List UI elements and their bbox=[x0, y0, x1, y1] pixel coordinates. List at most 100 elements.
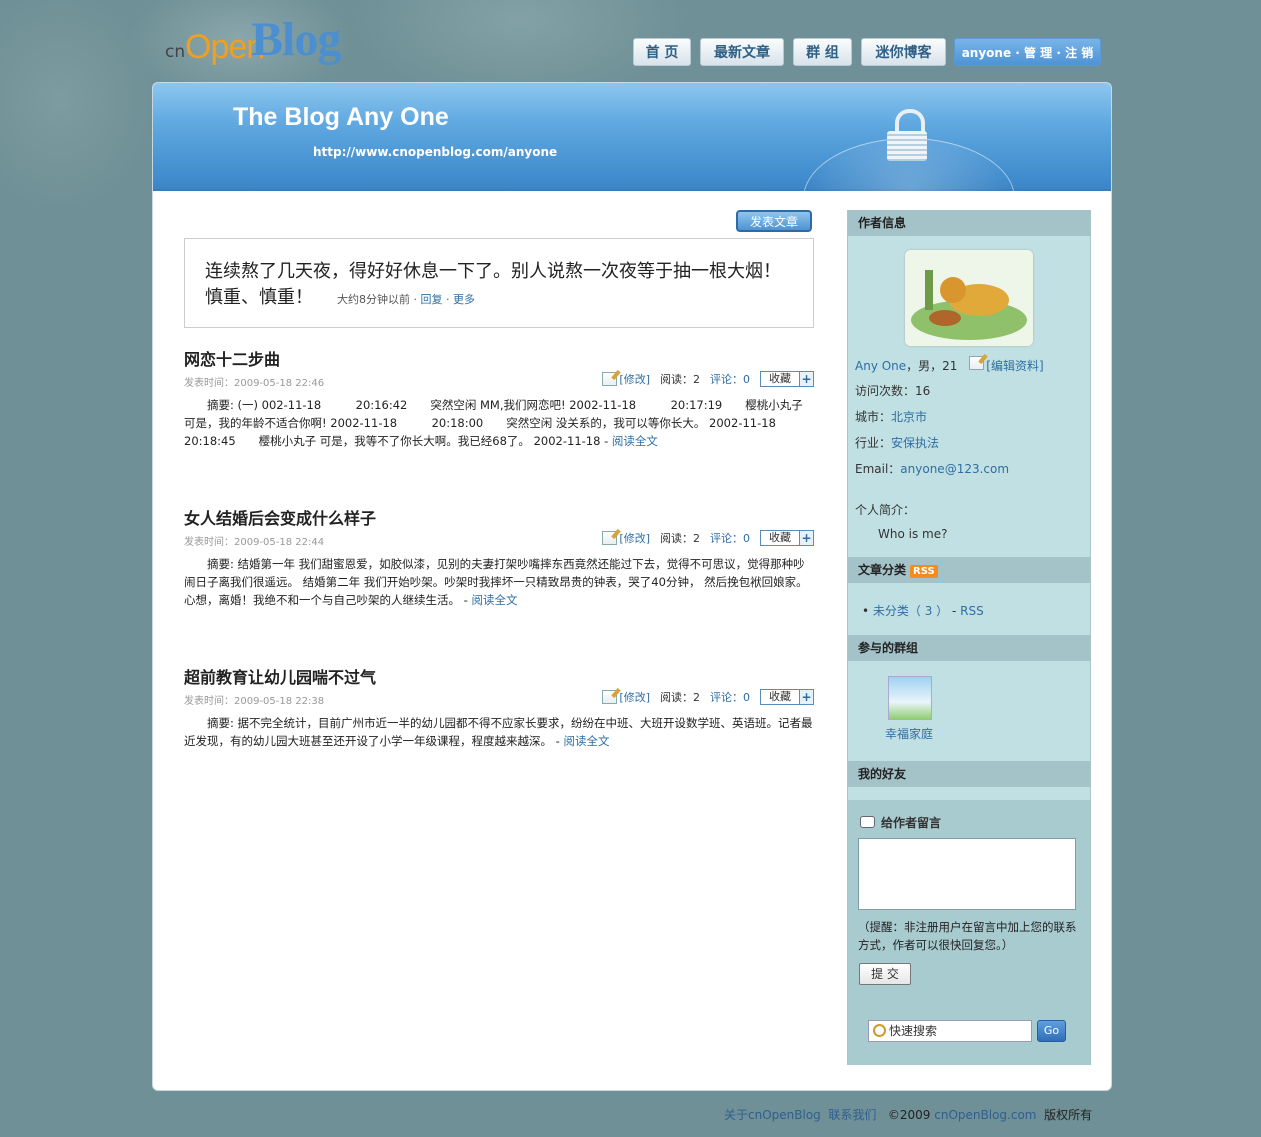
article-title[interactable]: 女人结婚后会变成什么样子 bbox=[184, 505, 814, 528]
city-label: 城市： bbox=[855, 410, 892, 424]
favorite-button[interactable]: 收藏 + bbox=[760, 371, 814, 387]
favorite-button[interactable]: 收藏 + bbox=[760, 530, 814, 546]
article-comments-link[interactable]: 评论：0 bbox=[710, 689, 750, 705]
author-info-header: 作者信息 bbox=[848, 210, 1090, 236]
site-logo[interactable]: cn Open Blog bbox=[165, 12, 341, 78]
rss-badge[interactable]: RSS bbox=[910, 565, 938, 578]
group-name-line: 幸福家庭 bbox=[885, 725, 933, 742]
search-placeholder: 快速搜索 bbox=[889, 1024, 938, 1038]
mini-blog-text: 连续熬了几天夜，得好好休息一下了。别人说熬一次夜等于抽一根大烟！慎重、慎重！ 大约… bbox=[205, 259, 793, 313]
industry-link[interactable]: 安保执法 bbox=[891, 436, 939, 450]
friends-header: 我的好友 bbox=[848, 761, 1090, 787]
industry-label: 行业： bbox=[855, 436, 892, 450]
message-title: 给作者留言 bbox=[881, 816, 942, 830]
search-input[interactable]: 快速搜索 bbox=[868, 1020, 1032, 1042]
mini-more-link[interactable]: 更多 bbox=[453, 293, 475, 306]
visit-count: 访问次数：16 bbox=[855, 384, 931, 398]
city-line: 城市：北京市 bbox=[855, 408, 927, 425]
plus-icon: + bbox=[800, 372, 813, 386]
category-link[interactable]: 未分类（ 3 ） bbox=[873, 604, 948, 618]
nav-latest[interactable]: 最新文章 bbox=[700, 38, 784, 66]
article-reads: 阅读：2 bbox=[660, 691, 700, 704]
nav-miniblog[interactable]: 迷你博客 bbox=[861, 38, 946, 66]
category-rss-link[interactable]: RSS bbox=[960, 604, 984, 618]
message-textarea[interactable] bbox=[858, 838, 1076, 910]
footer-copyright: ©2009 bbox=[887, 1108, 931, 1122]
group-name-link[interactable]: 幸福家庭 bbox=[885, 727, 933, 741]
search-icon bbox=[873, 1024, 886, 1037]
article-comments-link[interactable]: 评论：0 bbox=[710, 530, 750, 546]
mini-blog-time: 大约8分钟以前 bbox=[337, 293, 410, 306]
article-title[interactable]: 超前教育让幼儿园喘不过气 bbox=[184, 664, 814, 687]
plus-icon: + bbox=[800, 690, 813, 704]
message-title-line: 给作者留言 bbox=[860, 814, 941, 831]
message-box: 给作者留言 （提醒：非注册用户在留言中加上您的联系方式，作者可以很快回复您。） … bbox=[848, 800, 1090, 1065]
footer-rights: 版权所有 bbox=[1044, 1108, 1093, 1122]
mini-blog-box: 连续熬了几天夜，得好好休息一下了。别人说熬一次夜等于抽一根大烟！慎重、慎重！ 大约… bbox=[184, 238, 814, 328]
publish-article-button[interactable]: 发表文章 bbox=[736, 210, 812, 232]
footer-contact-link[interactable]: 联系我们 bbox=[828, 1108, 876, 1122]
footer-about-link[interactable]: 关于cnOpenBlog bbox=[724, 1108, 821, 1122]
group-image[interactable] bbox=[888, 676, 932, 720]
favorite-label: 收藏 bbox=[761, 690, 800, 704]
logo-cn: cn bbox=[165, 42, 186, 62]
article-comments-link[interactable]: 评论：0 bbox=[710, 371, 750, 387]
read-more-link[interactable]: 阅读全文 bbox=[612, 434, 658, 448]
favorite-label: 收藏 bbox=[761, 372, 800, 386]
lock-icon bbox=[887, 109, 927, 161]
edit-icon bbox=[602, 372, 618, 386]
article-summary: 摘要: (一) 002-11-18 20:16:42 突然空闲 MM,我们网恋吧… bbox=[184, 398, 811, 448]
groups-header: 参与的群组 bbox=[848, 635, 1090, 661]
read-more-link[interactable]: 阅读全文 bbox=[563, 734, 609, 748]
author-name-line: Any One，男，21 [编辑资料] bbox=[855, 356, 1044, 374]
footer-site-link[interactable]: cnOpenBlog.com bbox=[934, 1108, 1036, 1122]
article-item: 超前教育让幼儿园喘不过气 发表时间：2009-05-18 22:38 [修改] … bbox=[184, 664, 814, 750]
category-header: 文章分类 RSS bbox=[848, 557, 1090, 583]
mini-reply-link[interactable]: 回复 bbox=[421, 293, 443, 306]
article-edit-link[interactable]: [修改] bbox=[619, 530, 650, 546]
article-item: 网恋十二步曲 发表时间：2009-05-18 22:46 [修改] 阅读：2 评… bbox=[184, 346, 814, 450]
article-summary-text: 摘要: 据不完全统计，目前广州市近一半的幼儿园都不得不应家长要求，纷纷在中班、大… bbox=[184, 716, 813, 748]
article-edit-link[interactable]: [修改] bbox=[619, 371, 650, 387]
chat-bubble-icon bbox=[860, 816, 875, 828]
article-summary-text: 摘要: (一) 002-11-18 20:16:42 突然空闲 MM,我们网恋吧… bbox=[184, 398, 811, 448]
favorite-label: 收藏 bbox=[761, 531, 800, 545]
favorite-button[interactable]: 收藏 + bbox=[760, 689, 814, 705]
footer: 关于cnOpenBlog 联系我们 ©2009 cnOpenBlog.com 版… bbox=[724, 1106, 1092, 1123]
author-name-link[interactable]: Any One bbox=[855, 359, 906, 373]
category-title: 文章分类 bbox=[858, 563, 907, 577]
edit-icon bbox=[602, 531, 618, 545]
article-edit-link[interactable]: [修改] bbox=[619, 689, 650, 705]
article-title[interactable]: 网恋十二步曲 bbox=[184, 346, 814, 369]
edit-icon bbox=[602, 690, 618, 704]
nav-user-menu[interactable]: anyone · 管 理 · 注 销 bbox=[954, 38, 1101, 66]
edit-profile-link[interactable]: [编辑资料] bbox=[986, 359, 1043, 373]
avatar[interactable] bbox=[905, 250, 1033, 346]
article-summary: 摘要: 据不完全统计，目前广州市近一半的幼儿园都不得不应家长要求，纷纷在中班、大… bbox=[184, 716, 813, 748]
plus-icon: + bbox=[800, 531, 813, 545]
page-frame: The Blog Any One http://www.cnopenblog.c… bbox=[152, 82, 1112, 1091]
industry-line: 行业：安保执法 bbox=[855, 434, 939, 451]
blog-url[interactable]: http://www.cnopenblog.com/anyone bbox=[313, 145, 557, 159]
article-actions: [修改] 阅读：2 评论：0 收藏 + bbox=[602, 371, 814, 387]
category-item: • 未分类（ 3 ） - RSS bbox=[862, 604, 984, 618]
read-more-link[interactable]: 阅读全文 bbox=[471, 593, 517, 607]
intro-label: 个人简介： bbox=[855, 503, 916, 517]
author-gender-age: ，男，21 bbox=[906, 359, 958, 373]
mini-blog-meta: 大约8分钟以前 · 回复 · 更多 bbox=[337, 293, 475, 306]
article-item: 女人结婚后会变成什么样子 发表时间：2009-05-18 22:44 [修改] … bbox=[184, 505, 814, 609]
nav-home[interactable]: 首 页 bbox=[633, 38, 691, 66]
email-link[interactable]: anyone@123.com bbox=[900, 462, 1009, 476]
search-go-button[interactable]: Go bbox=[1037, 1020, 1066, 1042]
sidebar: 作者信息 Any One，男，21 [编辑资料] 访问次数：16 城市：北京市 … bbox=[847, 210, 1091, 1065]
blog-title: The Blog Any One bbox=[233, 103, 449, 131]
nav-groups[interactable]: 群 组 bbox=[793, 38, 852, 66]
email-line: Email：anyone@123.com bbox=[855, 460, 1009, 477]
article-actions: [修改] 阅读：2 评论：0 收藏 + bbox=[602, 689, 814, 705]
blog-banner: The Blog Any One http://www.cnopenblog.c… bbox=[153, 83, 1111, 260]
edit-icon bbox=[969, 356, 985, 370]
city-link[interactable]: 北京市 bbox=[891, 410, 927, 424]
submit-button[interactable]: 提 交 bbox=[859, 963, 911, 985]
logo-blog: Blog bbox=[251, 13, 341, 66]
intro-text: Who is me? bbox=[878, 527, 948, 541]
